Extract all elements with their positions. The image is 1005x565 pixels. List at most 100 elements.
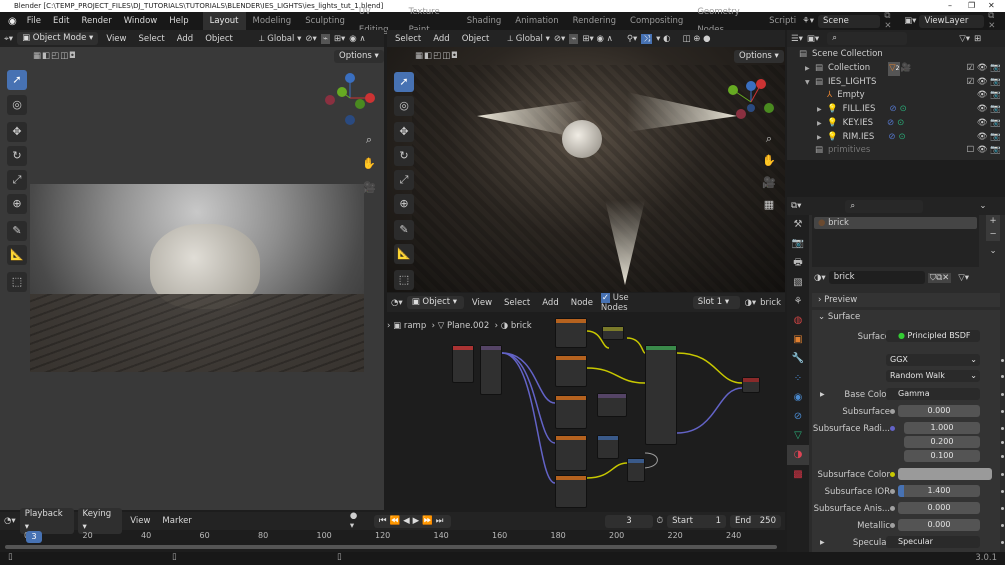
outliner-search-input[interactable]: ⌕ <box>827 32 907 45</box>
link-icon[interactable]: ▽▾ <box>958 273 969 283</box>
scale-tool-icon[interactable]: ⤢ <box>7 170 27 190</box>
node-editor[interactable]: ◔▾ ▣ Object ▾ View Select Add Node ✓ Use… <box>387 293 785 510</box>
menu-render[interactable]: Render <box>75 12 117 30</box>
expand-arrow-icon[interactable]: ▼ <box>805 76 815 90</box>
viewport-left[interactable]: ⌖▾ ▣ Object Mode ▾ View Select Add Objec… <box>0 30 384 510</box>
playback-controls[interactable]: ⏮⏪◀▶⏩⏭ <box>374 515 452 528</box>
remove-slot-button[interactable]: − <box>986 228 1000 241</box>
select-tool-icon[interactable]: ➚ <box>7 70 27 90</box>
number-field[interactable]: 0.100 <box>904 450 980 462</box>
visibility-icon[interactable]: ⚲▾ <box>627 34 638 44</box>
start-frame-field[interactable]: Start1 <box>667 515 726 528</box>
timeline-scrollbar[interactable] <box>5 545 777 549</box>
tab-modeling[interactable]: Modeling <box>246 12 299 30</box>
keyframe-dot[interactable] <box>1001 455 1004 458</box>
view-layer-field[interactable]: ViewLayer <box>919 15 984 28</box>
options-dropdown[interactable]: Options ▾ <box>334 50 384 63</box>
node-image-texture-2[interactable] <box>555 355 587 387</box>
linked-input-field[interactable]: Gamma <box>886 388 980 400</box>
viewport-right[interactable]: Select Add Object ⟂ Global ▾ ⊘▾ ⌁ ⊞▾ ◉ ∧… <box>387 30 785 292</box>
socket-icon[interactable] <box>890 523 895 528</box>
collapse-icon[interactable]: ⌄ <box>979 201 986 211</box>
move-tool-icon[interactable]: ✥ <box>394 122 414 142</box>
menu-view[interactable]: View <box>102 34 130 44</box>
surface-shader-field[interactable]: ● Principled BSDF <box>886 330 980 342</box>
scene-field[interactable]: Scene <box>818 15 880 28</box>
expand-arrow-icon[interactable]: ▶ <box>817 103 827 117</box>
visibility-eye-icon[interactable]: 👁 <box>977 145 988 155</box>
filter-icon[interactable]: ▽▾ <box>959 34 970 44</box>
proportional-edit-icon[interactable]: ◉ ∧ <box>349 34 365 44</box>
display-mode-icon[interactable]: ☰▾ <box>791 34 803 44</box>
grid-view-icon[interactable]: ▦ <box>761 194 777 216</box>
menu-marker[interactable]: Marker <box>158 516 195 526</box>
tab-scripting[interactable]: Scripti <box>762 12 798 30</box>
mode-dropdown[interactable]: ▣ Object Mode ▾ <box>17 32 98 45</box>
menu-object[interactable]: Object <box>458 34 494 44</box>
add-slot-button[interactable]: + <box>986 215 1000 228</box>
pan-hand-icon[interactable]: ✋ <box>361 152 377 176</box>
render-tab-icon[interactable]: 📷 <box>787 234 809 253</box>
add-cube-tool-icon[interactable]: ⬚ <box>394 270 414 290</box>
number-field[interactable]: 0.000 <box>898 519 980 531</box>
menu-help[interactable]: Help <box>163 12 194 30</box>
rotate-tool-icon[interactable]: ↻ <box>394 146 414 166</box>
socket-icon[interactable] <box>890 409 895 414</box>
physics-tab-icon[interactable]: ◉ <box>787 388 809 407</box>
scale-tool-icon[interactable]: ⤢ <box>394 170 414 190</box>
outliner-item[interactable]: ▶💡KEY.IES⊘⊙👁 📷 <box>787 117 1005 131</box>
keyframe-dot[interactable] <box>1001 490 1004 493</box>
tab-compositing[interactable]: Compositing <box>623 12 690 30</box>
menu-select[interactable]: Select <box>134 34 168 44</box>
keyframe-dot[interactable] <box>1001 393 1004 396</box>
expand-arrow-icon[interactable]: ▶ <box>805 62 815 76</box>
annotate-tool-icon[interactable]: ✎ <box>394 220 414 240</box>
node-mapping[interactable] <box>480 345 502 395</box>
keyframe-dot[interactable] <box>1001 427 1004 430</box>
gizmo-toggle-icon[interactable]: ⤨ <box>641 34 652 44</box>
measure-tool-icon[interactable]: 📐 <box>7 245 27 265</box>
transform-tool-icon[interactable]: ⊕ <box>7 194 27 214</box>
keyframe-dot[interactable] <box>1001 441 1004 444</box>
new-scene-icon[interactable]: ⧉ ✕ <box>880 11 901 31</box>
number-field[interactable]: 0.000 <box>898 502 980 514</box>
color-swatch[interactable] <box>898 468 992 480</box>
new-view-layer-icon[interactable]: ⧉ ✕ <box>984 11 1005 31</box>
move-tool-icon[interactable]: ✥ <box>7 122 27 142</box>
menu-file[interactable]: File <box>21 12 47 30</box>
render-camera-icon[interactable]: 📷 <box>990 104 1001 114</box>
options-dropdown[interactable]: Options ▾ <box>734 50 784 63</box>
keyframe-dot[interactable] <box>1001 410 1004 413</box>
render-camera-icon[interactable]: 📷 <box>990 63 1001 73</box>
preview-panel-header[interactable]: › Preview <box>812 293 1000 307</box>
socket-icon[interactable] <box>890 426 895 431</box>
socket-icon[interactable] <box>890 506 895 511</box>
pan-hand-icon[interactable]: ✋ <box>761 150 777 172</box>
select-mode-buttons[interactable]: ▦◧◰◫◘ <box>415 51 459 61</box>
add-cube-tool-icon[interactable]: ⬚ <box>7 272 27 292</box>
orientation-dropdown[interactable]: ⟂ Global ▾ <box>507 34 549 44</box>
snap-target-icon[interactable]: ⊞▾ <box>334 34 345 44</box>
outliner-scene-collection[interactable]: ▤Scene Collection <box>787 48 1005 62</box>
tab-rendering[interactable]: Rendering <box>566 12 623 30</box>
constraints-tab-icon[interactable]: ⊘ <box>787 407 809 426</box>
editor-type-icon[interactable]: ⧉▾ <box>791 201 801 211</box>
rotate-tool-icon[interactable]: ↻ <box>7 146 27 166</box>
number-field[interactable]: 1.400 <box>898 485 980 497</box>
outliner-item[interactable]: ▶💡FILL.IES⊘⊙👁 📷 <box>787 103 1005 117</box>
node-bump[interactable] <box>597 393 627 417</box>
texture-tab-icon[interactable]: ▩ <box>787 465 809 484</box>
surface-panel-header[interactable]: ⌄ Surface <box>812 310 1000 324</box>
node-image-texture-4[interactable] <box>555 435 587 471</box>
annotate-tool-icon[interactable]: ✎ <box>7 221 27 241</box>
navigation-gizmo[interactable] <box>723 74 779 130</box>
playhead[interactable]: 3 <box>26 531 42 543</box>
keyframe-dot[interactable] <box>1001 541 1004 544</box>
modifier-tab-icon[interactable]: 🔧 <box>787 349 809 368</box>
render-camera-icon[interactable]: 📷 <box>990 90 1001 100</box>
render-camera-icon[interactable]: 📷 <box>990 132 1001 142</box>
node-gamma[interactable] <box>602 326 624 340</box>
editor-type-icon[interactable]: ⌖▾ <box>4 34 13 44</box>
scene-tab-icon[interactable]: ⚘ <box>787 292 809 311</box>
fake-user-icon[interactable]: ⛉⧉✕ <box>928 273 952 283</box>
